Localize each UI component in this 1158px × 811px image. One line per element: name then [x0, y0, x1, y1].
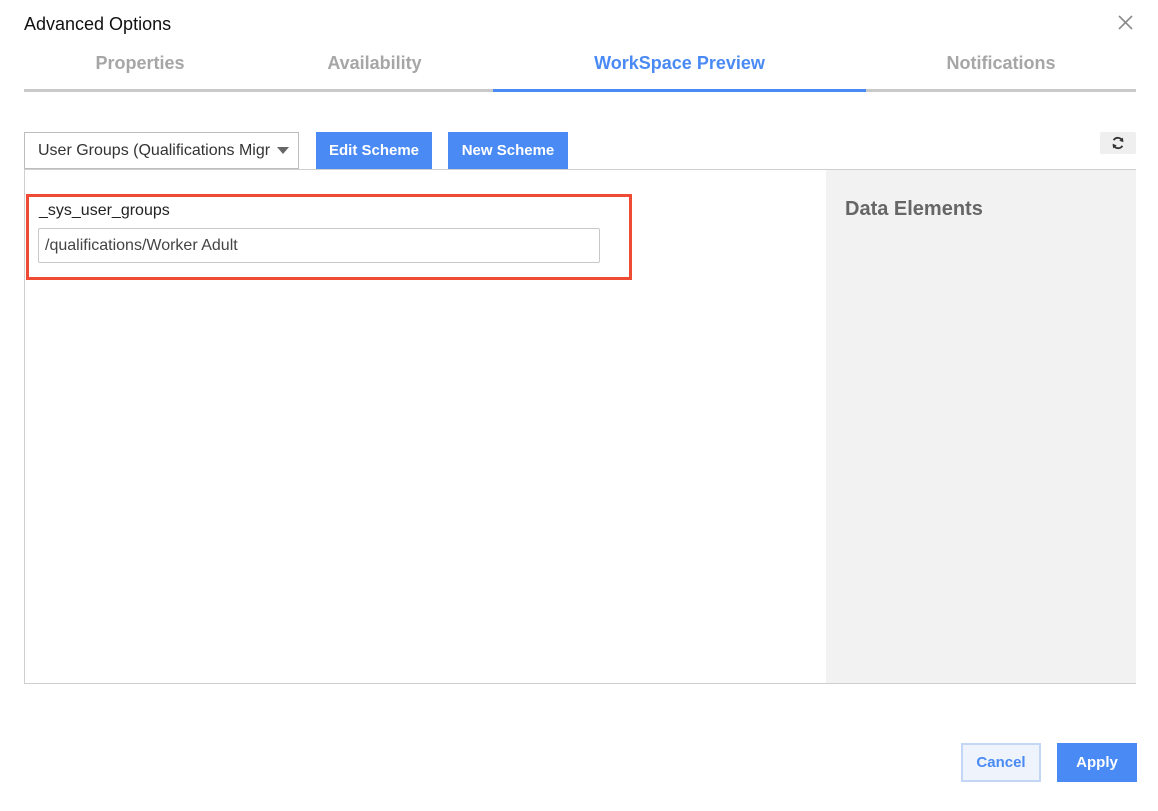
scheme-select-value: User Groups (Qualifications Migr — [38, 142, 271, 159]
tab-availability[interactable]: Availability — [256, 48, 493, 89]
chevron-down-icon — [277, 147, 289, 154]
tab-bar: Properties Availability WorkSpace Previe… — [24, 48, 1136, 92]
active-tab-indicator — [493, 89, 866, 92]
tab-workspace-preview[interactable]: WorkSpace Preview — [493, 48, 866, 89]
user-groups-input[interactable] — [38, 228, 600, 263]
new-scheme-button[interactable]: New Scheme — [448, 132, 568, 170]
tab-notifications[interactable]: Notifications — [866, 48, 1136, 89]
advanced-options-dialog: Advanced Options Properties Availability… — [0, 0, 1158, 811]
cancel-button[interactable]: Cancel — [961, 743, 1041, 782]
refresh-icon — [1112, 136, 1124, 150]
field-label: _sys_user_groups — [39, 202, 170, 219]
scheme-select[interactable]: User Groups (Qualifications Migr — [24, 132, 299, 169]
close-icon — [1118, 15, 1133, 30]
close-button[interactable] — [1115, 12, 1137, 34]
preview-panel: _sys_user_groups Data Elements — [24, 169, 1136, 684]
tab-properties[interactable]: Properties — [24, 48, 256, 89]
data-elements-panel: Data Elements — [826, 170, 1136, 683]
edit-scheme-button[interactable]: Edit Scheme — [316, 132, 432, 170]
dialog-title: Advanced Options — [24, 14, 172, 34]
data-elements-title: Data Elements — [845, 198, 983, 220]
apply-button[interactable]: Apply — [1057, 743, 1137, 782]
refresh-button[interactable] — [1100, 132, 1136, 154]
